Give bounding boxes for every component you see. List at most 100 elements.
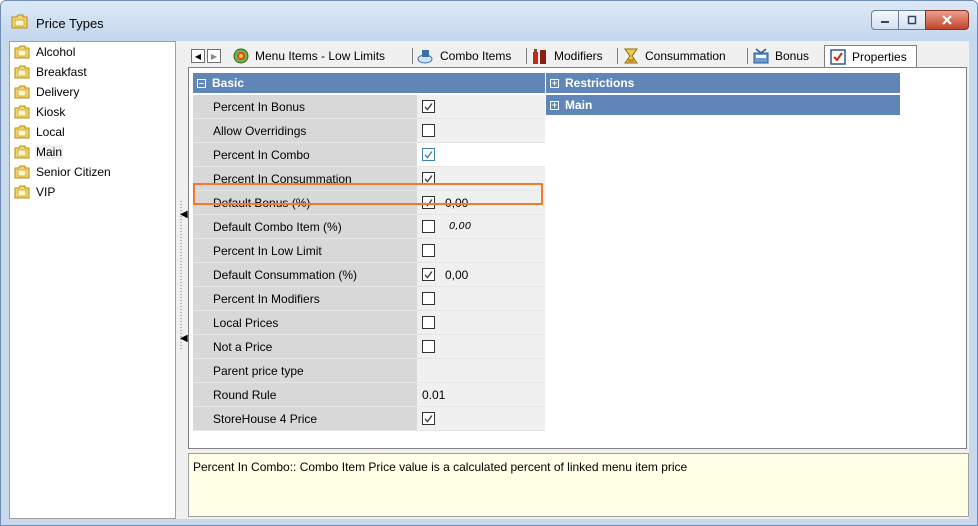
properties-icon: [830, 48, 846, 65]
tree-item-vip[interactable]: VIP: [14, 182, 56, 202]
tree-item-delivery[interactable]: Delivery: [14, 82, 80, 102]
tab-consummation[interactable]: Consummation: [622, 45, 726, 67]
percent-in-low-limit-checkbox[interactable]: [422, 244, 435, 257]
property-name: Percent In Modifiers: [193, 287, 417, 311]
property-row-allow-overridings: Allow Overridings: [193, 119, 545, 143]
property-value: [417, 287, 545, 311]
property-value: [417, 311, 545, 335]
minimize-button[interactable]: [871, 10, 899, 30]
tab-label: Consummation: [645, 49, 726, 63]
tab-menu-items-low-limits[interactable]: Menu Items - Low Limits: [232, 45, 385, 67]
expand-icon: +: [550, 99, 559, 110]
group-header-restrictions[interactable]: + Restrictions: [546, 73, 900, 93]
folder-icon: [14, 185, 30, 199]
property-value: [417, 95, 545, 119]
tab-scroll-left-button[interactable]: ◀: [191, 49, 205, 63]
tree-item-label: Local: [36, 125, 65, 139]
tab-label: Modifiers: [554, 49, 603, 63]
storehouse-4-price-checkbox[interactable]: [422, 412, 435, 425]
property-value: [417, 335, 545, 359]
minimize-icon: [881, 21, 889, 23]
default-combo-item-value[interactable]: 0,00: [449, 221, 471, 232]
checkmark-icon: [424, 415, 433, 423]
default-bonus-checkbox[interactable]: [422, 196, 435, 209]
folder-icon: [14, 85, 30, 99]
property-value: 0,00: [417, 191, 545, 215]
property-value: 0,00: [417, 263, 545, 287]
property-value: 0,00: [417, 215, 545, 239]
bonus-icon: [753, 48, 769, 64]
property-row-default-consummation: Default Consummation (%) 0,00: [193, 263, 545, 287]
local-prices-checkbox[interactable]: [422, 316, 435, 329]
percent-in-bonus-checkbox[interactable]: [422, 100, 435, 113]
tree-item-senior-citizen[interactable]: Senior Citizen: [14, 162, 112, 182]
arrow-right-icon: ▶: [210, 51, 218, 61]
tab-combo-items[interactable]: Combo Items: [417, 45, 511, 67]
property-name: StoreHouse 4 Price: [193, 407, 417, 431]
property-name: Percent In Low Limit: [193, 239, 417, 263]
property-name: Percent In Combo: [193, 143, 417, 167]
tab-divider: [412, 48, 413, 64]
window-title: Price Types: [36, 16, 104, 31]
tree-item-label: Delivery: [36, 85, 80, 99]
property-row-round-rule: Round Rule 0.01: [193, 383, 545, 407]
folder-icon: [14, 45, 30, 59]
client-area: Alcohol Breakfast Delivery Kiosk Local M…: [9, 41, 969, 519]
tree-item-kiosk[interactable]: Kiosk: [14, 102, 66, 122]
property-value: [417, 239, 545, 263]
tree-item-label: Alcohol: [36, 45, 76, 59]
property-value: [417, 143, 545, 167]
tree-item-local[interactable]: Local: [14, 122, 66, 142]
combo-icon: [417, 50, 433, 64]
property-name: Default Combo Item (%): [193, 215, 417, 239]
modifiers-icon: [533, 49, 546, 64]
maximize-button[interactable]: [898, 10, 926, 30]
tab-modifiers[interactable]: Modifiers: [531, 45, 603, 67]
tab-scroll-right-button[interactable]: ▶: [207, 49, 221, 63]
group-header-main[interactable]: + Main: [546, 95, 900, 115]
default-bonus-value[interactable]: 0,00: [445, 196, 468, 210]
checkmark-icon: [424, 271, 433, 279]
percent-in-modifiers-checkbox[interactable]: [422, 292, 435, 305]
checkmark-icon: [424, 199, 433, 207]
default-combo-item-checkbox[interactable]: [422, 220, 435, 233]
property-row-parent-price-type: Parent price type: [193, 359, 545, 383]
property-row-percent-in-bonus: Percent In Bonus: [193, 95, 545, 119]
tree-item-main[interactable]: Main: [14, 142, 64, 162]
folder-icon: [14, 145, 30, 159]
collapse-icon: –: [197, 77, 206, 88]
splitter-handle[interactable]: [178, 201, 184, 351]
arrow-left-icon: ◀: [194, 51, 202, 61]
folder-icon: [14, 65, 30, 79]
property-row-percent-in-modifiers: Percent In Modifiers: [193, 287, 545, 311]
tree-item-alcohol[interactable]: Alcohol: [14, 42, 76, 62]
round-rule-value[interactable]: 0.01: [417, 383, 545, 407]
checkmark-icon: [424, 103, 433, 111]
group-header-basic[interactable]: – Basic: [193, 73, 545, 93]
tab-strip: ◀ ▶ Menu Items - Low Limits Combo Items …: [188, 45, 969, 67]
property-name: Not a Price: [193, 335, 417, 359]
tree-item-breakfast[interactable]: Breakfast: [14, 62, 88, 82]
price-type-tree[interactable]: Alcohol Breakfast Delivery Kiosk Local M…: [9, 41, 176, 519]
tree-item-label: Main: [35, 145, 64, 159]
property-name: Default Consummation (%): [193, 263, 417, 287]
tree-item-label: Kiosk: [36, 105, 66, 119]
allow-overridings-checkbox[interactable]: [422, 124, 435, 137]
percent-in-combo-checkbox[interactable]: [422, 148, 435, 161]
group-title: Restrictions: [565, 76, 635, 90]
parent-price-type-value[interactable]: [417, 359, 545, 383]
tab-properties[interactable]: Properties: [824, 45, 917, 67]
folder-icon: [14, 125, 30, 139]
tab-bonus[interactable]: Bonus: [752, 45, 809, 67]
close-button[interactable]: [925, 10, 969, 30]
default-consummation-checkbox[interactable]: [422, 268, 435, 281]
title-bar[interactable]: Price Types: [1, 1, 977, 41]
property-name: Allow Overridings: [193, 119, 417, 143]
not-a-price-checkbox[interactable]: [422, 340, 435, 353]
property-row-default-bonus: Default Bonus (%) 0,00: [193, 191, 545, 215]
tab-label: Properties: [852, 49, 907, 64]
percent-in-consummation-checkbox[interactable]: [422, 172, 435, 185]
tab-label: Bonus: [775, 49, 810, 63]
tab-divider: [617, 48, 618, 64]
default-consummation-value[interactable]: 0,00: [445, 268, 468, 282]
